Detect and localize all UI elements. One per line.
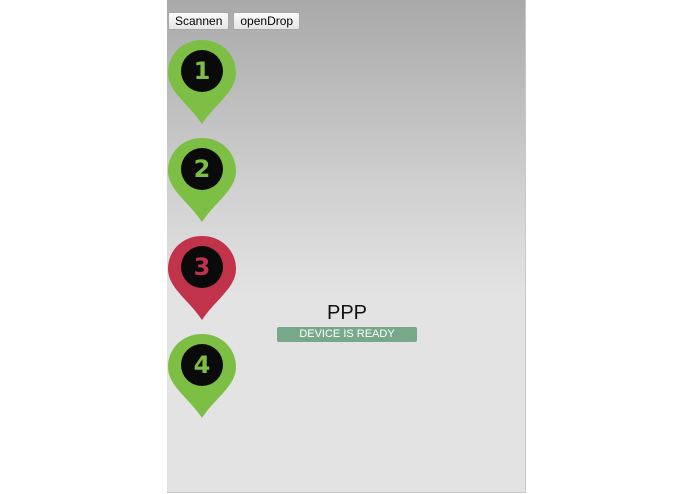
open-drop-button[interactable]: openDrop — [233, 12, 301, 30]
toolbar: Scannen openDrop — [168, 12, 301, 30]
map-pin-2[interactable]: 2 — [167, 136, 237, 224]
app-title: PPP — [326, 302, 368, 324]
map-pin-4[interactable]: 4 — [167, 332, 237, 420]
map-pin-3[interactable]: 3 — [167, 234, 237, 322]
pin-number: 1 — [193, 57, 211, 85]
app-status-panel: PPP DEVICE IS READY — [277, 302, 417, 342]
device-ready-status-badge: DEVICE IS READY — [277, 327, 417, 342]
pin-number: 3 — [193, 253, 211, 281]
app-viewport: Scannen openDrop 1 2 3 4 PPP DEVICE IS R… — [167, 0, 526, 493]
scan-button[interactable]: Scannen — [168, 12, 230, 30]
pin-number: 4 — [193, 351, 211, 379]
pin-number: 2 — [193, 155, 211, 183]
map-pin-1[interactable]: 1 — [167, 38, 237, 126]
